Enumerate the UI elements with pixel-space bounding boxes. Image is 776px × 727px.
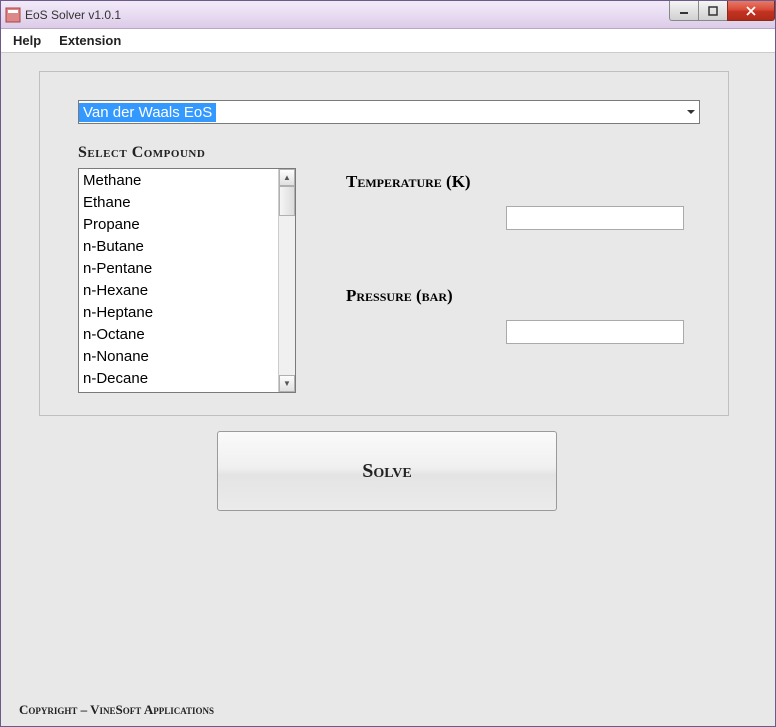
solve-button[interactable]: Solve [217,431,557,511]
select-compound-label: Select Compound [78,144,690,162]
scroll-down-button[interactable]: ▼ [279,375,295,392]
menubar: Help Extension [1,29,775,53]
listbox-scrollbar[interactable]: ▲ ▼ [278,169,295,392]
main-panel: Van der Waals EoS Select Compound Methan… [39,71,729,416]
list-item[interactable]: n-Nonane [83,346,277,368]
list-item[interactable]: n-Hexane [83,280,277,302]
list-item[interactable]: n-Octane [83,324,277,346]
list-item[interactable]: n-Butane [83,236,277,258]
titlebar[interactable]: EoS Solver v1.0.1 [1,1,775,29]
app-icon [5,7,21,23]
scroll-up-button[interactable]: ▲ [279,169,295,186]
temperature-input[interactable] [506,206,684,230]
scroll-thumb[interactable] [279,186,295,216]
client-area: Van der Waals EoS Select Compound Methan… [1,53,775,726]
window-title: EoS Solver v1.0.1 [25,8,121,22]
list-item[interactable]: n-Decane [83,368,277,390]
app-window: EoS Solver v1.0.1 Help Extension Van der… [0,0,776,727]
list-item[interactable]: Propane [83,214,277,236]
minimize-button[interactable] [669,1,699,21]
copyright-text: Copyright – VineSoft Applications [19,702,214,718]
solve-button-label: Solve [362,460,412,483]
window-controls [670,1,775,21]
list-item[interactable]: n-Pentane [83,258,277,280]
eos-selected-value: Van der Waals EoS [79,103,216,122]
list-item[interactable]: Ethane [83,192,277,214]
list-item[interactable]: n-Heptane [83,302,277,324]
pressure-input[interactable] [506,320,684,344]
eos-dropdown[interactable]: Van der Waals EoS [78,100,700,124]
menu-help[interactable]: Help [13,33,41,48]
temperature-label: Temperature (K) [346,172,686,192]
maximize-button[interactable] [698,1,728,21]
pressure-label: Pressure (bar) [346,286,686,306]
list-item[interactable]: Methane [83,170,277,192]
compound-listbox[interactable]: Methane Ethane Propane n-Butane n-Pentan… [78,168,296,393]
menu-extension[interactable]: Extension [59,33,121,48]
chevron-down-icon [687,110,695,114]
close-button[interactable] [727,1,775,21]
